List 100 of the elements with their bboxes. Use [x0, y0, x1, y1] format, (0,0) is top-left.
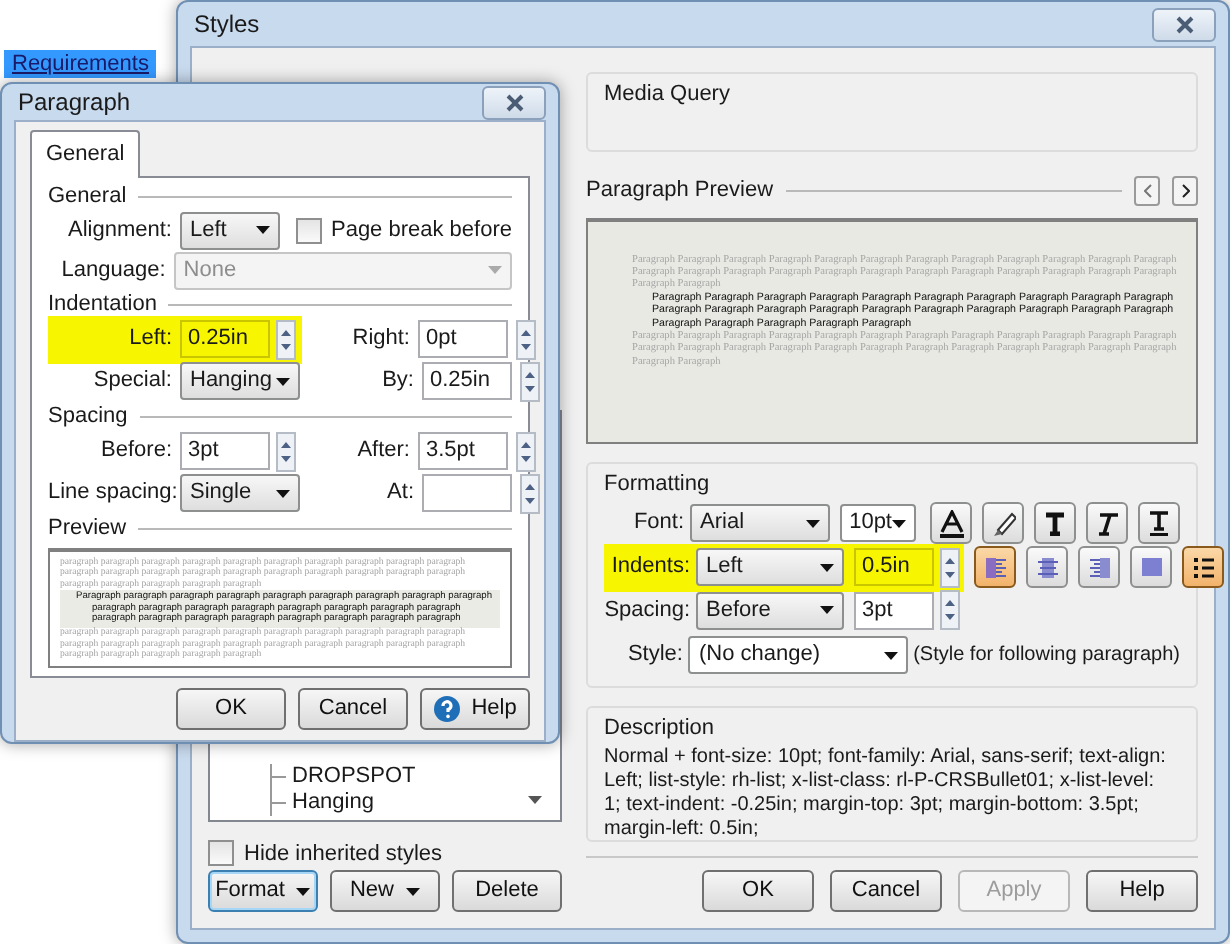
button[interactable]: Delete: [452, 870, 562, 912]
button[interactable]: Help: [1086, 870, 1198, 912]
field-label: Left:: [127, 326, 172, 352]
caret-icon: [883, 651, 898, 659]
input-field[interactable]: 0.25in: [422, 362, 512, 400]
spin-buttons[interactable]: [516, 431, 536, 471]
description-text: Normal + font-size: 10pt; font-family: Arial, sans-serif; text-align: Left; list-style: rh-list; x-list-class: rl-P-CRSBullet01; x-list-level: 1; text-indent: -0.25in; margin-top: 3pt; margin-bottom: 3.5pt; margin-left: 0.5in;: [604, 745, 1168, 841]
group-title: Indentation: [48, 291, 157, 317]
spin-buttons[interactable]: [276, 319, 296, 359]
list-icon: [1191, 555, 1215, 579]
group-title: Media Query: [604, 80, 732, 110]
chevron-left-icon: [1143, 183, 1151, 198]
field-label: Indents:: [609, 552, 690, 583]
close-icon: [1175, 15, 1193, 33]
field-label: Before:: [99, 438, 172, 464]
field-label: At:: [385, 480, 414, 506]
close-button[interactable]: [1152, 7, 1216, 41]
dropdown[interactable]: Left: [180, 211, 280, 249]
close-icon: [505, 93, 523, 111]
toolbar-button[interactable]: [1034, 502, 1076, 544]
field-label: Font:: [631, 508, 685, 539]
caret-icon: [488, 266, 502, 274]
dropdown[interactable]: 10pt: [839, 504, 916, 542]
align-left-icon: [983, 555, 1007, 579]
field-label: Spacing:: [604, 595, 690, 626]
scroll-down-icon[interactable]: [528, 795, 542, 803]
spin-buttons[interactable]: [520, 473, 540, 513]
input-field[interactable]: 0.5in: [854, 548, 934, 586]
dropdown[interactable]: Left: [696, 548, 844, 586]
field-label: Line spacing:: [48, 480, 172, 506]
caret-icon: [805, 519, 820, 527]
field-label: Special:: [91, 368, 172, 394]
input-field[interactable]: 3.5pt: [418, 432, 508, 470]
chevron-right-icon: [1181, 183, 1189, 198]
group-title: Formatting: [604, 469, 712, 499]
toolbar-button[interactable]: [930, 502, 972, 544]
bold-icon: [1044, 511, 1066, 535]
group-title: Description: [604, 714, 717, 744]
button[interactable]: Help: [420, 687, 530, 730]
toolbar-button[interactable]: [1086, 502, 1128, 544]
input-field[interactable]: 3pt: [854, 591, 934, 629]
previous-button[interactable]: [1134, 175, 1160, 206]
spin-buttons[interactable]: [276, 431, 296, 471]
caret-icon: [296, 887, 311, 895]
toolbar-button[interactable]: [1182, 546, 1224, 588]
group-title: Spacing: [48, 403, 128, 429]
caret-icon: [256, 226, 270, 234]
button[interactable]: Format: [208, 870, 318, 912]
field-label: Style:: [625, 640, 683, 671]
next-button[interactable]: [1172, 175, 1198, 206]
dropdown[interactable]: Arial: [690, 504, 830, 542]
caret-icon: [406, 887, 420, 895]
tab[interactable]: General: [30, 130, 141, 177]
dropdown[interactable]: Before: [696, 591, 844, 629]
spin-buttons[interactable]: [520, 361, 540, 401]
caret-icon: [892, 519, 906, 527]
spin-buttons[interactable]: [940, 590, 960, 630]
checkbox[interactable]: [208, 840, 234, 867]
input-field[interactable]: [422, 474, 512, 512]
input-field[interactable]: 0pt: [418, 320, 508, 358]
italic-icon: [1096, 511, 1118, 535]
field-label: By:: [380, 368, 414, 394]
button[interactable]: Cancel: [298, 687, 408, 730]
justify-icon: [1139, 555, 1163, 579]
help-icon: [433, 695, 460, 722]
button[interactable]: OK: [702, 870, 814, 912]
button[interactable]: Cancel: [830, 870, 942, 912]
toolbar-button[interactable]: [1138, 502, 1180, 544]
font-color-icon: [937, 509, 965, 537]
dropdown[interactable]: (No change): [688, 636, 908, 674]
input-field[interactable]: 3pt: [180, 432, 270, 470]
align-center-icon: [1035, 555, 1059, 579]
toolbar-button[interactable]: [982, 502, 1024, 544]
field-label: Language:: [59, 257, 166, 283]
caret-icon: [820, 606, 834, 614]
field-label: Alignment:: [66, 217, 172, 243]
window-title: Styles: [194, 8, 260, 42]
button: Apply: [958, 870, 1070, 912]
align-right-icon: [1087, 555, 1111, 579]
button[interactable]: New: [330, 870, 440, 912]
field-label: After:: [355, 438, 410, 464]
caret-icon: [276, 377, 290, 385]
field-label: Right:: [350, 326, 410, 352]
caret-icon: [820, 563, 834, 571]
spin-buttons[interactable]: [940, 547, 960, 587]
list-item[interactable]: Requirements: [4, 50, 157, 78]
window-title: Paragraph: [18, 86, 131, 120]
close-button[interactable]: [482, 85, 546, 119]
section-title: Paragraph Preview: [586, 176, 774, 206]
spin-buttons[interactable]: [516, 319, 536, 359]
underline-icon: [1148, 510, 1170, 536]
button[interactable]: OK: [176, 687, 286, 730]
dropdown[interactable]: Hanging: [180, 362, 300, 400]
input-field[interactable]: 0.25in: [180, 320, 270, 358]
caret-icon: [276, 489, 290, 497]
group-title: Preview: [48, 515, 127, 541]
checkbox-label: Page break before: [330, 217, 512, 243]
dropdown[interactable]: Single: [180, 474, 300, 512]
checkbox[interactable]: [296, 217, 323, 243]
hint-text: (Style for following paragraph): [913, 642, 1180, 670]
